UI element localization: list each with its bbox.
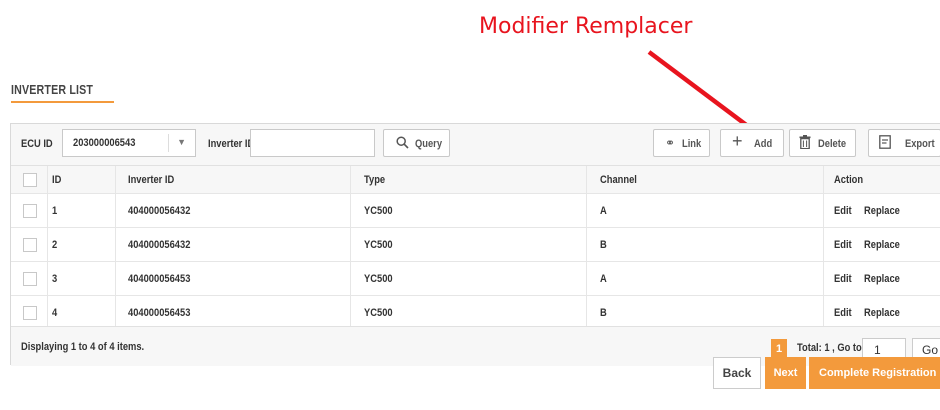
query-button[interactable]: Query bbox=[383, 129, 450, 157]
column-divider bbox=[47, 194, 48, 228]
col-header-action: Action bbox=[834, 174, 864, 186]
replace-link[interactable]: Replace bbox=[864, 205, 900, 217]
cell-type: YC500 bbox=[364, 205, 393, 217]
row-checkbox[interactable] bbox=[23, 204, 37, 218]
column-divider bbox=[47, 166, 48, 194]
column-divider bbox=[350, 296, 351, 330]
column-divider bbox=[115, 194, 116, 228]
column-divider bbox=[586, 228, 587, 262]
inverter-id-label: Inverter ID bbox=[208, 138, 255, 150]
page-button-current[interactable]: 1 bbox=[771, 339, 787, 359]
col-header-channel: Channel bbox=[600, 174, 637, 186]
link-icon: ⚭ bbox=[665, 136, 676, 150]
column-divider bbox=[823, 262, 824, 296]
export-icon bbox=[879, 134, 891, 153]
edit-link[interactable]: Edit bbox=[834, 273, 852, 285]
column-divider bbox=[47, 228, 48, 262]
section-underline bbox=[11, 101, 114, 103]
edit-link[interactable]: Edit bbox=[834, 239, 852, 251]
ecu-id-value: 203000006543 bbox=[73, 137, 136, 149]
column-divider bbox=[586, 296, 587, 330]
replace-link[interactable]: Replace bbox=[864, 239, 900, 251]
delete-label: Delete bbox=[818, 138, 847, 150]
column-divider bbox=[823, 296, 824, 330]
cell-type: YC500 bbox=[364, 239, 393, 251]
trash-icon bbox=[799, 134, 811, 153]
table-row: 4 404000056453 YC500 B Edit Replace bbox=[11, 296, 940, 330]
column-divider bbox=[350, 166, 351, 194]
table-header: ID Inverter ID Type Channel Action bbox=[11, 166, 940, 194]
column-divider bbox=[350, 194, 351, 228]
column-divider bbox=[823, 166, 824, 194]
pagination-summary: Displaying 1 to 4 of 4 items. bbox=[21, 341, 145, 353]
cell-inverter-id: 404000056453 bbox=[128, 307, 191, 319]
next-button[interactable]: Next bbox=[765, 357, 806, 389]
row-checkbox[interactable] bbox=[23, 306, 37, 320]
col-header-type: Type bbox=[364, 174, 386, 186]
cell-inverter-id: 404000056432 bbox=[128, 205, 191, 217]
column-divider bbox=[823, 228, 824, 262]
inverter-id-input[interactable] bbox=[250, 129, 375, 157]
cell-id: 1 bbox=[52, 205, 58, 217]
cell-channel: A bbox=[600, 273, 607, 285]
select-all-checkbox[interactable] bbox=[23, 173, 37, 187]
ecu-id-select[interactable]: 203000006543 ▼ bbox=[62, 129, 196, 157]
col-header-inverter-id: Inverter ID bbox=[128, 174, 175, 186]
column-divider bbox=[47, 262, 48, 296]
export-label: Export bbox=[905, 138, 935, 150]
column-divider bbox=[823, 194, 824, 228]
select-divider bbox=[168, 134, 169, 152]
export-button[interactable]: Export bbox=[868, 129, 940, 157]
column-divider bbox=[350, 262, 351, 296]
link-label: Link bbox=[682, 138, 702, 150]
cell-id: 4 bbox=[52, 307, 58, 319]
back-button[interactable]: Back bbox=[713, 357, 761, 389]
column-divider bbox=[586, 166, 587, 194]
replace-link[interactable]: Replace bbox=[864, 273, 900, 285]
column-divider bbox=[115, 166, 116, 194]
edit-link[interactable]: Edit bbox=[834, 205, 852, 217]
ecu-id-label: ECU ID bbox=[21, 138, 53, 150]
table-row: 1 404000056432 YC500 A Edit Replace bbox=[11, 194, 940, 228]
add-label: Add bbox=[754, 138, 773, 150]
cell-id: 3 bbox=[52, 273, 58, 285]
chevron-down-icon: ▼ bbox=[177, 137, 186, 147]
cell-channel: B bbox=[600, 239, 607, 251]
cell-inverter-id: 404000056432 bbox=[128, 239, 191, 251]
query-label: Query bbox=[415, 138, 443, 150]
complete-registration-button[interactable]: Complete Registration bbox=[809, 357, 940, 389]
replace-link[interactable]: Replace bbox=[864, 307, 900, 319]
cell-id: 2 bbox=[52, 239, 58, 251]
column-divider bbox=[47, 296, 48, 330]
delete-button[interactable]: Delete bbox=[789, 129, 856, 157]
column-divider bbox=[115, 262, 116, 296]
search-icon bbox=[396, 134, 409, 153]
inverter-panel: ECU ID 203000006543 ▼ Inverter ID Query … bbox=[10, 123, 940, 366]
add-button[interactable]: + Add bbox=[720, 129, 784, 157]
cell-inverter-id: 404000056453 bbox=[128, 273, 191, 285]
cell-channel: A bbox=[600, 205, 607, 217]
table-row: 2 404000056432 YC500 B Edit Replace bbox=[11, 228, 940, 262]
row-checkbox[interactable] bbox=[23, 238, 37, 252]
section-title: INVERTER LIST bbox=[11, 82, 94, 97]
column-divider bbox=[586, 194, 587, 228]
cell-channel: B bbox=[600, 307, 607, 319]
cell-type: YC500 bbox=[364, 273, 393, 285]
row-checkbox[interactable] bbox=[23, 272, 37, 286]
column-divider bbox=[115, 228, 116, 262]
pagination-total: Total: 1 , Go to bbox=[797, 342, 862, 354]
column-divider bbox=[115, 296, 116, 330]
link-button[interactable]: ⚭ Link bbox=[653, 129, 710, 157]
edit-link[interactable]: Edit bbox=[834, 307, 852, 319]
col-header-id: ID bbox=[52, 174, 62, 186]
plus-icon: + bbox=[732, 131, 743, 151]
table-row: 3 404000056453 YC500 A Edit Replace bbox=[11, 262, 940, 296]
cell-type: YC500 bbox=[364, 307, 393, 319]
column-divider bbox=[350, 228, 351, 262]
toolbar: ECU ID 203000006543 ▼ Inverter ID Query … bbox=[11, 124, 940, 166]
column-divider bbox=[586, 262, 587, 296]
annotation-label: Modifier Remplacer bbox=[479, 14, 693, 39]
